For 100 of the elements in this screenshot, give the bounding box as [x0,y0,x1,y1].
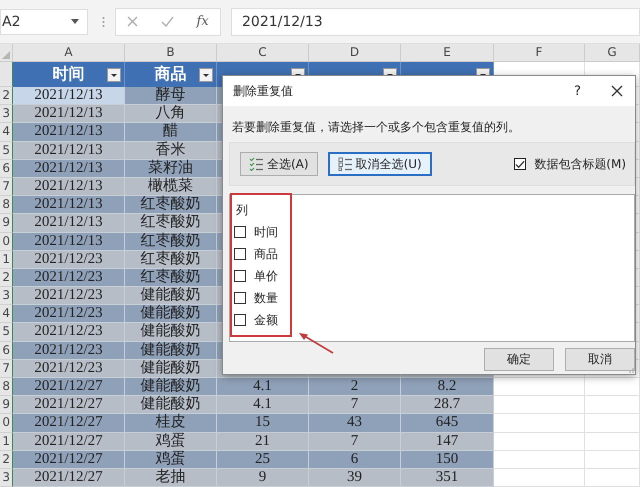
column-header[interactable]: B [125,44,217,62]
filter-dropdown-icon[interactable] [199,68,213,82]
table-cell: 7 [309,432,401,451]
table-cell: 鸡蛋 [125,450,217,469]
row-header[interactable]: 0 [0,232,13,251]
row-header[interactable]: 3 [0,105,13,124]
checkbox-label[interactable]: 时间 [254,224,278,240]
checkbox[interactable] [234,292,246,304]
column-header[interactable]: D [309,44,401,62]
row-header[interactable]: 4 [0,123,13,142]
table-cell: 红枣酸奶 [125,196,217,214]
checkbox-label[interactable]: 金额 [254,312,278,328]
table-cell: 2021/12/27 [13,468,125,487]
table-cell: 八角 [125,105,217,124]
checkbox[interactable] [234,314,246,326]
checkbox[interactable] [234,248,246,260]
row-header[interactable]: 3 [0,468,13,487]
toolbar-button[interactable]: 取消全选(U) [328,152,432,176]
checkbox-label[interactable]: 商品 [254,246,278,262]
name-box[interactable]: A2 [0,8,88,34]
row-header[interactable]: 9 [0,214,13,232]
row-header[interactable]: 8 [0,196,13,214]
checkbox[interactable] [234,226,246,238]
filter-dropdown-icon[interactable] [107,68,121,82]
column-header[interactable]: E [401,44,494,62]
table-cell: 351 [401,468,494,487]
dialog-button[interactable]: 确定 [484,348,554,371]
close-icon[interactable] [611,85,623,97]
row-header[interactable] [0,62,13,87]
table-cell: 2021/12/13 [13,160,125,178]
table-cell: 健能酸奶 [125,378,217,396]
column-header[interactable]: C [217,44,309,62]
dialog-title: 删除重复值 [233,82,294,100]
table-cell: 43 [309,414,401,433]
table-cell: 2021/12/13 [13,123,125,142]
table-cell: 菜籽油 [125,160,217,178]
instruction-text: 若要删除重复值，请选择一个或多个包含重复值的列。 [231,119,521,136]
help-button[interactable]: ? [574,84,581,98]
table-cell: 桂皮 [125,414,217,433]
list-heading: 列 [235,202,249,219]
header-checkbox[interactable]: 数据包含标题(M) [514,156,626,172]
table-cell: 4.1 [217,396,309,414]
row-header[interactable]: 2 [0,450,13,469]
checkbox[interactable] [514,158,526,170]
table-cell: 老抽 [125,468,217,487]
row-header[interactable]: 1 [0,432,13,451]
row-header[interactable]: 7 [0,360,13,378]
column-header[interactable]: G [585,44,640,62]
formula-field[interactable]: 2021/12/13 [231,8,640,36]
row-header[interactable]: 2 [0,87,13,106]
checkbox[interactable] [234,270,246,282]
function-button[interactable]: fx [196,14,209,29]
table-cell: 39 [309,468,401,487]
toolbar-button[interactable]: 全选(A) [240,152,318,176]
table-cell: 9 [217,468,309,487]
row-header[interactable]: 6 [0,160,13,178]
row-header[interactable]: 2 [0,268,13,288]
row-header[interactable]: 6 [0,342,13,360]
select-all-icon [249,157,263,171]
row-header[interactable]: 5 [0,323,13,342]
table-header: 商品 [125,62,217,87]
table-cell: 2021/12/13 [13,214,125,232]
table-cell: 645 [401,414,494,433]
checkbox-label[interactable]: 数量 [254,290,278,306]
row-header[interactable]: 3 [0,287,13,306]
dropdown-icon [71,19,79,24]
table-cell: 健能酸奶 [125,342,217,360]
table-cell: 2021/12/27 [13,396,125,414]
table-cell: 21 [217,432,309,451]
column-header[interactable]: A [13,44,125,62]
table-cell: 150 [401,450,494,469]
checkbox-label[interactable]: 单价 [254,268,278,284]
annotation-arrow [298,332,334,354]
table-cell: 2021/12/13 [13,87,125,106]
table-cell: 4.1 [217,378,309,396]
table-cell: 2021/12/27 [13,432,125,451]
row-header[interactable]: 4 [0,305,13,324]
row-header[interactable]: 1 [0,250,13,269]
table-cell: 6 [309,450,401,469]
table-cell: 2021/12/13 [13,232,125,251]
table-cell: 8.2 [401,378,494,396]
table-cell: 2021/12/23 [13,268,125,288]
row-header[interactable]: 5 [0,142,13,160]
table-cell: 红枣酸奶 [125,214,217,232]
table-cell: 2 [309,378,401,396]
dialog-button[interactable]: 取消 [565,348,635,371]
row-header[interactable]: 8 [0,378,13,396]
table-cell: 2021/12/23 [13,342,125,360]
table-cell: 15 [217,414,309,433]
table-cell: 红枣酸奶 [125,250,217,269]
check-icon[interactable] [160,16,174,27]
column-header[interactable]: F [494,44,585,62]
row-header[interactable]: 7 [0,178,13,196]
table-cell: 147 [401,432,494,451]
table-cell: 红枣酸奶 [125,232,217,251]
table-cell: 橄榄菜 [125,178,217,196]
table-cell: 2021/12/13 [13,105,125,124]
row-header[interactable]: 0 [0,414,13,433]
table-cell: 鸡蛋 [125,432,217,451]
row-header[interactable]: 9 [0,396,13,414]
